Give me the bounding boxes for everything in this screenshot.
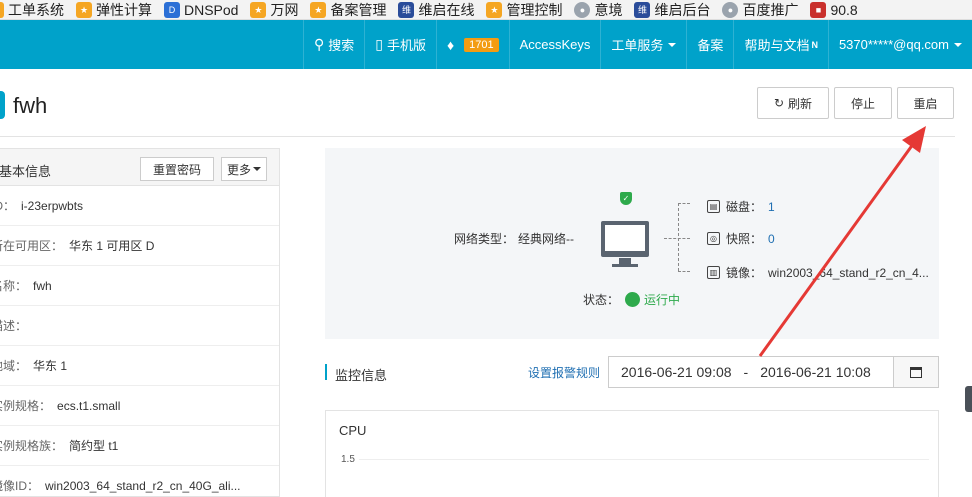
gridline	[359, 459, 929, 460]
info-row: 实例规格：ecs.t1.small	[0, 386, 279, 426]
alarm-rules-link[interactable]: 设置报警规则	[528, 364, 600, 381]
chart-title: CPU	[339, 423, 367, 438]
chevron-down-icon	[668, 42, 677, 47]
network-type: 网络类型： 经典网络--	[454, 232, 575, 246]
search-icon: ⚲	[313, 36, 325, 52]
info-row: 名称：fwh	[0, 266, 279, 306]
date-range-input[interactable]: 2016-06-21 09:08 - 2016-06-21 10:08	[608, 356, 894, 388]
nav-mobile[interactable]: ▯ 手机版	[364, 20, 436, 69]
info-row: 镜像ID：win2003_64_stand_r2_cn_40G_ali...	[0, 466, 279, 497]
refresh-button[interactable]: ↻ 刷新	[757, 87, 829, 119]
globe-icon: ●	[574, 1, 591, 18]
bookmark-orange-icon: ★	[76, 1, 92, 18]
connector-line	[678, 271, 690, 272]
dnspod-icon: D	[164, 1, 180, 18]
bookmark-navy-icon: 维	[634, 1, 651, 18]
cpu-chart: CPU 1.5	[325, 410, 939, 497]
nav-accesskeys[interactable]: AccessKeys	[508, 20, 601, 69]
bookmark-item[interactable]: ★ 万网	[250, 1, 298, 18]
bookmark-orange-icon: ★	[486, 1, 503, 18]
bookmark-item[interactable]: D DNSPod	[164, 1, 238, 18]
bookmark-item[interactable]: ★ 弹性计算	[76, 1, 152, 18]
info-row: 所在可用区：华东 1 可用区 D	[0, 226, 279, 266]
nav-account[interactable]: 5370*****@qq.com	[827, 20, 972, 69]
restart-button[interactable]: 重启	[897, 87, 954, 119]
snapshot-stat[interactable]: ◎ 快照： 0	[707, 230, 775, 247]
stop-button[interactable]: 停止	[834, 87, 892, 119]
instance-header: fwh ↻ 刷新 停止 重启	[0, 69, 972, 139]
bookmark-navy-icon: 维	[398, 1, 415, 18]
section-accent	[325, 364, 327, 380]
side-scroll-handle[interactable]	[965, 386, 972, 412]
globe-icon: ●	[722, 1, 739, 18]
connector-line	[678, 203, 690, 204]
bookmark-item[interactable]: ● 意境	[574, 1, 622, 18]
new-badge: N	[811, 39, 818, 50]
shield-icon: ✓	[620, 192, 632, 205]
monitor-title: 监控信息	[335, 368, 388, 383]
bookmark-red-icon: ■	[810, 1, 827, 18]
info-row: 实例规格族：简约型 t1	[0, 426, 279, 466]
image-stat: ▥ 镜像： win2003_64_stand_r2_cn_4...	[707, 264, 929, 281]
nav-help[interactable]: 帮助与文档 N	[733, 20, 828, 69]
image-icon: ▥	[707, 266, 720, 279]
bell-icon: ♦	[446, 36, 455, 53]
bookmark-item[interactable]: 维维启后台	[634, 1, 710, 18]
basic-info-header: 基本信息 重置密码 更多	[0, 148, 279, 186]
info-row: 地域：华东 1	[0, 346, 279, 386]
bookmark-item[interactable]: 维维启在线	[398, 1, 474, 18]
connector-line	[678, 203, 679, 271]
bookmark-orange-icon: ★	[250, 1, 267, 18]
computer-base	[612, 264, 638, 267]
more-button[interactable]: 更多	[221, 157, 267, 181]
title-accent	[0, 91, 5, 119]
instance-status: 状态： 运行中	[583, 292, 681, 307]
y-tick-label: 1.5	[341, 454, 355, 465]
chevron-down-icon	[954, 42, 962, 47]
topology-card: 网络类型： 经典网络-- ✓ ▤ 磁盘： 1 ◎ 快照： 0 ▥ 镜像： win2003_64…	[325, 148, 939, 339]
top-nav: ⚲ 搜索 ▯ 手机版 ♦ 1701 AccessKeys 工单服务 备案 帮助与文档 N…	[0, 20, 972, 69]
nav-tickets[interactable]: 工单服务	[600, 20, 686, 69]
notification-badge: 1701	[464, 37, 499, 52]
nav-search[interactable]: ⚲ 搜索	[302, 20, 364, 69]
info-row: ID：i-23erpwbts	[0, 186, 279, 226]
computer-icon	[601, 221, 649, 257]
running-status-icon	[625, 292, 641, 307]
bookmark-item[interactable]: ★ 管理控制	[486, 1, 562, 18]
calendar-icon	[910, 366, 922, 378]
chevron-down-icon	[253, 167, 261, 171]
divider	[0, 136, 955, 137]
basic-info-title: 基本信息	[0, 164, 52, 179]
bookmarks-bar: ★工单系统 ★弹性计算 DDNSPod ★万网 ★备案管理 维维启在线 ★管理控…	[0, 0, 972, 20]
bookmark-item[interactable]: ★工单系统	[0, 1, 64, 18]
snapshot-icon: ◎	[707, 232, 720, 245]
reset-password-button[interactable]: 重置密码	[140, 157, 214, 181]
calendar-button[interactable]	[893, 356, 939, 388]
refresh-icon: ↻	[773, 96, 785, 110]
disk-stat[interactable]: ▤ 磁盘： 1	[707, 198, 775, 215]
page-title: fwh	[13, 93, 48, 118]
mobile-icon: ▯	[375, 36, 383, 52]
bookmark-item[interactable]: ■ 90.8	[810, 1, 858, 18]
bookmark-orange-icon: ★	[310, 1, 327, 18]
connector-line	[664, 238, 690, 239]
bookmark-item[interactable]: ● 百度推广	[722, 1, 798, 18]
bookmark-item[interactable]: ★ 备案管理	[310, 1, 386, 18]
disk-icon: ▤	[707, 200, 720, 213]
bookmark-orange-icon: ★	[0, 1, 4, 18]
info-row: 描述：	[0, 306, 279, 346]
nav-filing[interactable]: 备案	[686, 20, 733, 69]
nav-notifications[interactable]: ♦ 1701	[435, 20, 509, 69]
basic-info-panel: 基本信息 重置密码 更多 ID：i-23erpwbts 所在可用区：华东 1 可…	[0, 148, 280, 497]
